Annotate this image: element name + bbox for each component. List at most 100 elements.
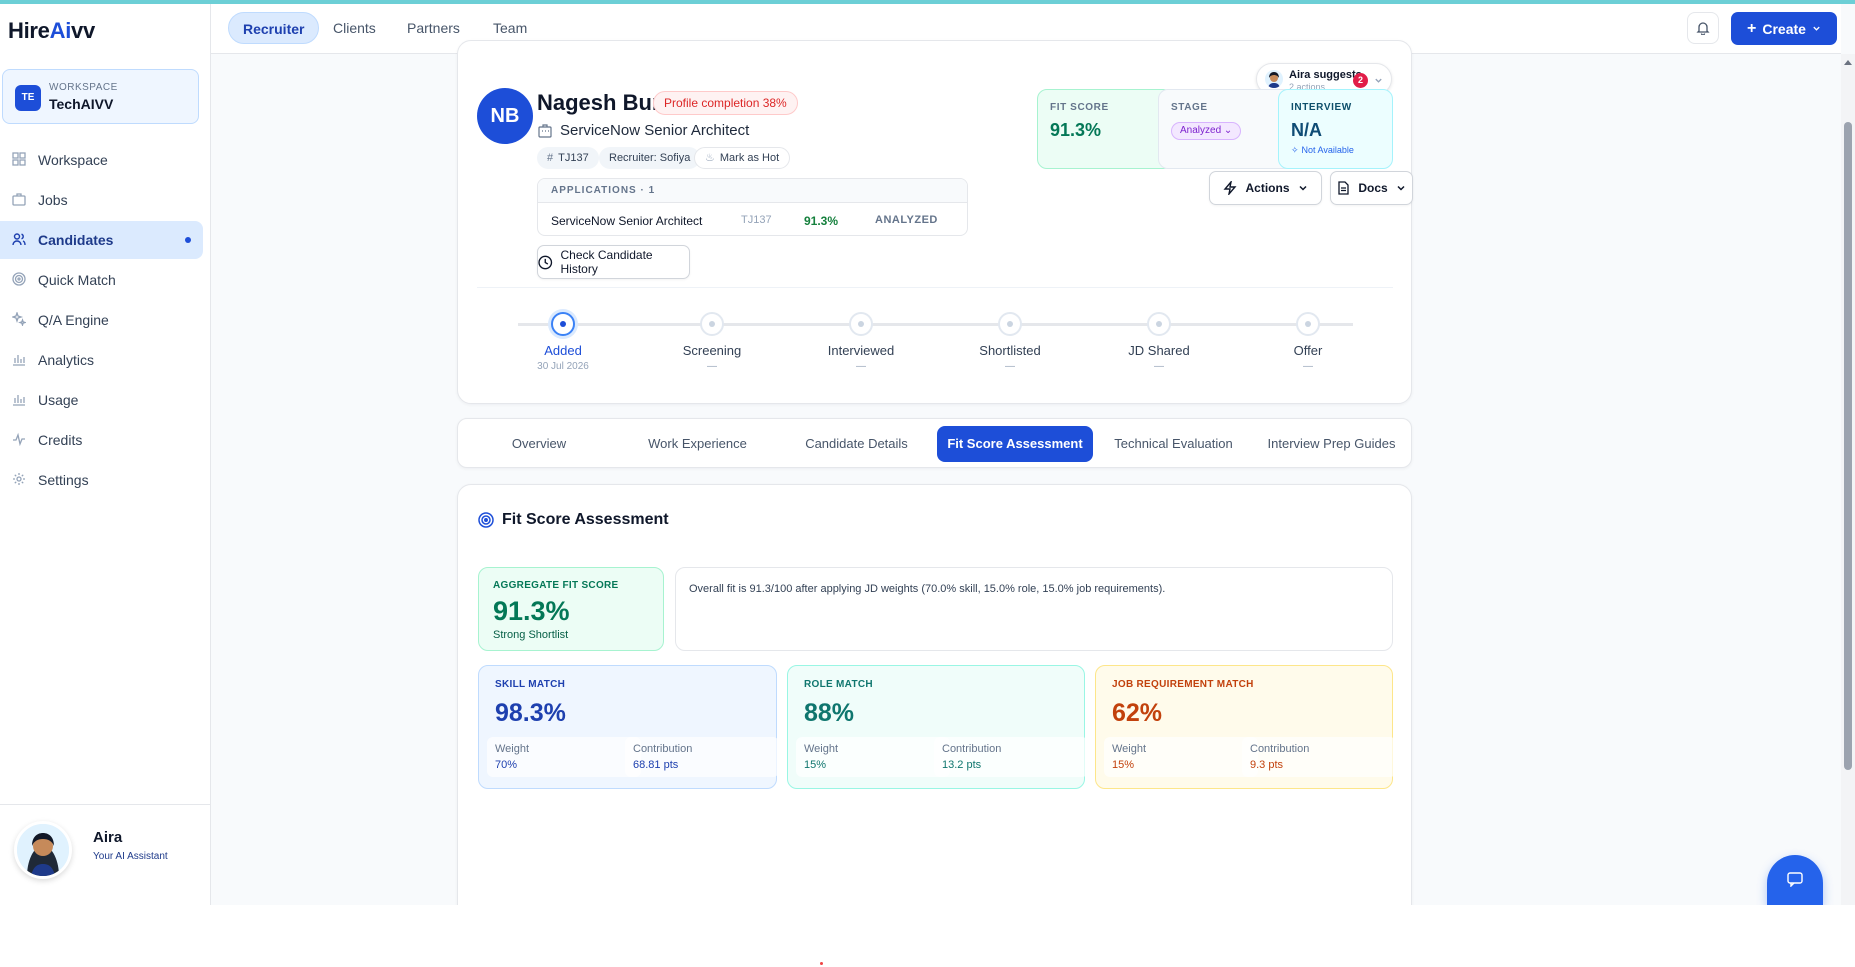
workspace-badge: TE [15,85,41,111]
candidate-title-text: ServiceNow Senior Architect [560,122,750,139]
tab-interview-prep-guides[interactable]: Interview Prep Guides [1254,426,1409,462]
sidebar-item-candidates[interactable]: Candidates [0,221,203,259]
sidebar-item-quick-match[interactable]: Quick Match [0,261,203,299]
tab-technical-evaluation[interactable]: Technical Evaluation [1096,426,1251,462]
contribution-box: Contribution 13.2 pts [934,737,1088,777]
role-match-card: ROLE MATCH 88% Weight 15% Contribution 1… [787,665,1088,789]
assistant-panel[interactable]: Aira Your AI Assistant [0,804,211,905]
create-button[interactable]: + Create [1731,12,1837,45]
candidate-avatar: NB [477,88,533,144]
clock-icon [538,255,553,269]
stage-dropdown[interactable]: Analyzed ⌄ [1171,122,1242,140]
contribution-label: Contribution [1250,743,1310,755]
tab-clients[interactable]: Clients [319,12,390,44]
notifications-button[interactable] [1687,12,1719,44]
timeline-step-date: — [1005,361,1015,372]
bell-icon [1696,22,1710,35]
sidebar: HireAivv TE WORKSPACE TechAIVV Workspace… [0,4,211,905]
timeline-step-jd-shared[interactable]: JD Shared — [1089,312,1229,372]
timeline-step-interviewed[interactable]: Interviewed — [791,312,931,372]
grid-icon [12,152,28,168]
sidebar-item-settings[interactable]: Settings [0,461,203,499]
weight-value: 15% [1112,759,1135,771]
weight-box: Weight 15% [1104,737,1258,777]
check-history-button[interactable]: Check Candidate History [537,245,690,279]
hash-icon: # [547,152,554,164]
tab-work-experience[interactable]: Work Experience [620,426,775,462]
match-label: JOB REQUIREMENT MATCH [1112,679,1254,690]
timeline-step-date: — [1154,361,1164,372]
tab-partners[interactable]: Partners [393,12,474,44]
section-title-text: Fit Score Assessment [502,511,669,528]
logo-text-vv: vv [71,18,95,43]
timeline-step-added[interactable]: Added 30 Jul 2026 [493,312,633,372]
stage-value: Analyzed [1180,125,1222,136]
timeline-step-screening[interactable]: Screening — [642,312,782,372]
chevron-down-icon [1397,185,1405,191]
match-value: 62% [1112,699,1163,727]
tab-fit-score-assessment[interactable]: Fit Score Assessment [937,426,1093,462]
lightning-icon [1223,181,1238,195]
timeline-step-name: Offer [1293,343,1323,358]
stage-label: STAGE [1171,102,1208,113]
mark-hot-button[interactable]: ♨ Mark as Hot [694,147,791,169]
profile-tabs: Overview Work Experience Candidate Detai… [457,418,1412,468]
application-score: 91.3% [804,214,839,228]
weight-value: 15% [804,759,827,771]
flame-icon: ♨ [705,152,715,164]
application-id: TJ137 [741,214,772,226]
sidebar-item-label: Jobs [38,192,68,208]
skill-match-card: SKILL MATCH 98.3% Weight 70% Contributio… [478,665,779,789]
interview-note: ✧ Not Available [1291,145,1354,156]
tab-candidate-details[interactable]: Candidate Details [779,426,934,462]
plus-icon: + [1747,19,1757,37]
section-title: Fit Score Assessment [478,511,669,529]
sidebar-item-workspace[interactable]: Workspace [0,141,203,179]
chevron-down-icon [1298,185,1307,191]
applications-panel: APPLICATIONS · 1 ServiceNow Senior Archi… [537,178,968,236]
candidate-header-card: NB Nagesh Bura Profile completion 38% Se… [457,40,1413,404]
interview-label: INTERVIEW [1291,102,1352,113]
contribution-value: 68.81 pts [633,759,679,771]
tab-recruiter[interactable]: Recruiter [228,12,320,44]
stage-stat: STAGE Analyzed ⌄ [1158,89,1294,169]
contribution-label: Contribution [633,743,693,755]
sidebar-item-analytics[interactable]: Analytics [0,341,203,379]
timeline-step-name: Added [544,343,582,358]
actions-button[interactable]: Actions [1209,171,1322,205]
sidebar-item-credits[interactable]: Credits [0,421,203,459]
weight-label: Weight [804,743,839,755]
tab-overview[interactable]: Overview [466,426,612,462]
application-row[interactable]: ServiceNow Senior Architect TJ137 91.3% … [538,203,967,235]
workspace-switcher[interactable]: TE WORKSPACE TechAIVV [2,69,199,124]
mark-hot-label: Mark as Hot [719,152,780,164]
docs-label: Docs [1358,181,1388,195]
assistant-name: Aira [93,829,123,846]
interview-stat: INTERVIEW N/A ✧ Not Available [1278,89,1393,169]
match-value: 98.3% [495,699,566,727]
scrollbar-thumb[interactable] [1844,122,1852,770]
suggestion-count-badge: 2 [1353,73,1368,88]
sidebar-item-usage[interactable]: Usage [0,381,203,419]
page-scrollbar[interactable] [1841,54,1855,905]
sidebar-item-qa-engine[interactable]: Q/A Engine [0,301,203,339]
docs-button[interactable]: Docs [1330,171,1413,205]
sidebar-item-jobs[interactable]: Jobs [0,181,203,219]
chat-fab-button[interactable] [1767,855,1823,905]
building-icon [538,123,552,138]
timeline-step-offer[interactable]: Offer — [1238,312,1378,372]
profile-completion-badge: Profile completion 38% [653,91,798,115]
assistant-avatar [14,821,72,879]
contribution-box: Contribution 9.3 pts [1242,737,1396,777]
timeline-step-marker [551,312,575,336]
timeline-step-marker [1296,312,1320,336]
timeline-step-marker [1147,312,1171,336]
job-requirement-match-card: JOB REQUIREMENT MATCH 62% Weight 15% Con… [1095,665,1396,789]
timeline-step-shortlisted[interactable]: Shortlisted — [940,312,1080,372]
brand-logo[interactable]: HireAivv [8,18,95,44]
logo-text-hire: Hire [8,18,50,43]
contribution-label: Contribution [942,743,1002,755]
scroll-up-arrow[interactable] [1844,60,1852,65]
sidebar-item-label: Quick Match [38,272,116,288]
applications-header: APPLICATIONS · 1 [538,179,967,203]
